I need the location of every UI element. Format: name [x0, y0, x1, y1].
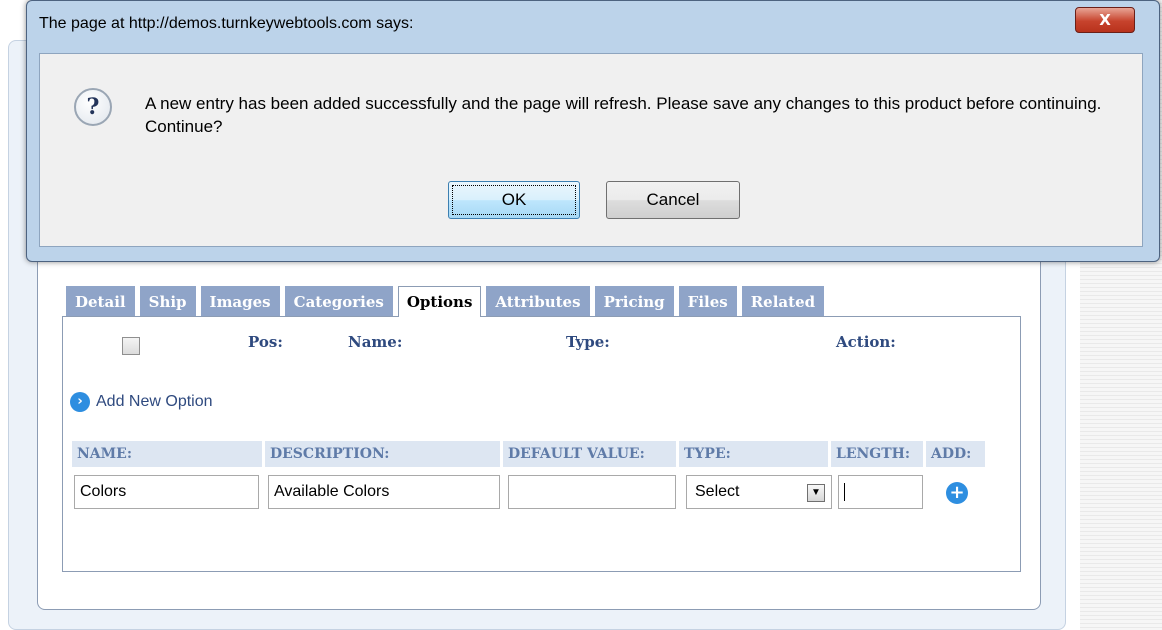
add-new-option-label: Add New Option: [96, 393, 213, 410]
name-column-header: Name:: [348, 333, 403, 351]
option-type-selected-value: Select: [695, 483, 740, 500]
select-all-checkbox[interactable]: [122, 337, 140, 355]
tab-pricing[interactable]: Pricing: [594, 286, 674, 316]
add-field-header: ADD:: [926, 441, 985, 467]
product-tabs: Detail Ship Images Categories Options At…: [66, 286, 829, 317]
text-cursor: [844, 483, 845, 501]
option-description-input[interactable]: Available Colors: [268, 475, 500, 509]
tab-options[interactable]: Options: [397, 286, 482, 317]
default-value-field-header: DEFAULT VALUE:: [503, 441, 676, 467]
action-column-header: Action:: [836, 333, 896, 351]
dialog-message: A new entry has been added successfully …: [145, 94, 1102, 136]
tab-files[interactable]: Files: [678, 286, 737, 316]
cancel-button-label: Cancel: [646, 190, 700, 209]
length-field-header: LENGTH:: [831, 441, 923, 467]
question-icon: ?: [74, 88, 112, 126]
tab-attributes[interactable]: Attributes: [486, 286, 590, 316]
tab-images[interactable]: Images: [200, 286, 280, 316]
description-field-header: DESCRIPTION:: [265, 441, 500, 467]
plus-circle-icon[interactable]: +: [946, 482, 968, 504]
close-icon: X: [1099, 11, 1111, 29]
dropdown-arrow-icon[interactable]: ▼: [807, 484, 825, 502]
option-type-select[interactable]: Select ▼: [686, 475, 832, 509]
dialog-title: The page at http://demos.turnkeywebtools…: [39, 15, 414, 32]
tab-related[interactable]: Related: [741, 286, 825, 316]
focus-ring: [452, 185, 576, 215]
add-new-option-link[interactable]: › Add New Option: [70, 392, 213, 412]
option-default-value-input[interactable]: [508, 475, 676, 509]
dialog-body: ? A new entry has been added successfull…: [39, 53, 1143, 247]
confirm-dialog: The page at http://demos.turnkeywebtools…: [26, 0, 1160, 262]
option-length-input[interactable]: [838, 475, 923, 509]
cancel-button[interactable]: Cancel: [606, 181, 740, 219]
tab-categories[interactable]: Categories: [284, 286, 393, 316]
name-field-header: NAME:: [72, 441, 262, 467]
pos-column-header: Pos:: [248, 333, 283, 351]
option-name-input[interactable]: Colors: [74, 475, 259, 509]
close-button[interactable]: X: [1075, 7, 1135, 33]
tab-ship[interactable]: Ship: [139, 286, 196, 316]
ok-button[interactable]: OK: [448, 181, 580, 219]
type-field-header: TYPE:: [679, 441, 828, 467]
type-column-header: Type:: [566, 333, 610, 351]
tab-detail[interactable]: Detail: [66, 286, 135, 316]
arrow-right-circle-icon: ›: [70, 392, 90, 412]
new-option-header-row: NAME: DESCRIPTION: DEFAULT VALUE: TYPE: …: [72, 441, 990, 467]
